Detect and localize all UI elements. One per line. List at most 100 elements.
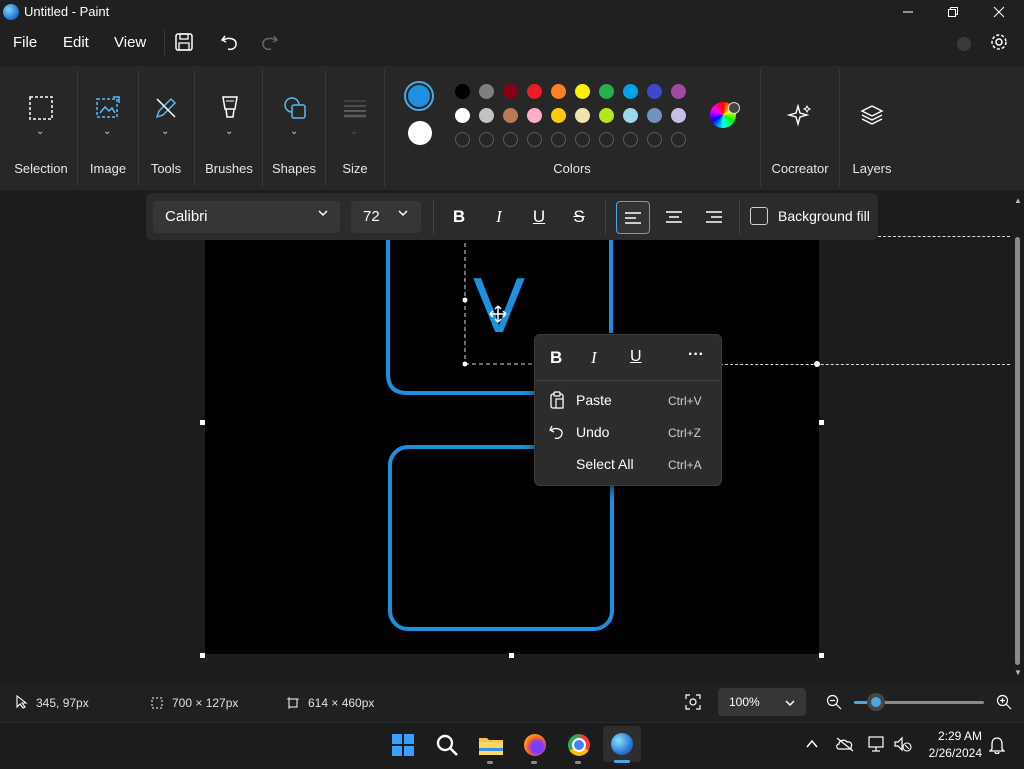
color-swatch[interactable] [527, 108, 542, 123]
taskbar-clock-time[interactable]: 2:29 AM [922, 729, 982, 743]
custom-color-slot[interactable] [551, 132, 566, 147]
custom-color-slot[interactable] [527, 132, 542, 147]
zoom-in-button[interactable] [996, 694, 1012, 715]
redo-button[interactable] [259, 32, 279, 57]
context-italic-button[interactable]: I [591, 348, 597, 368]
shapes-chevron-icon[interactable]: ⌄ [290, 126, 298, 137]
color-swatch[interactable] [455, 84, 470, 99]
more-options-button[interactable]: ··· [688, 346, 704, 364]
zoom-out-button[interactable] [826, 694, 842, 715]
menu-edit[interactable]: Edit [63, 34, 89, 51]
taskbar-clock-date[interactable]: 2/26/2024 [918, 746, 982, 760]
menu-file[interactable]: File [13, 34, 37, 51]
custom-color-slot[interactable] [575, 132, 590, 147]
strikethrough-button[interactable]: S [565, 201, 593, 232]
color-swatch[interactable] [479, 108, 494, 123]
image-tool-button[interactable] [95, 95, 121, 126]
color-swatch[interactable] [647, 84, 662, 99]
canvas-resize-handle[interactable] [200, 420, 205, 425]
shapes-button[interactable] [282, 95, 308, 126]
custom-color-slot[interactable] [647, 132, 662, 147]
scroll-up-icon[interactable]: ▲ [1014, 196, 1022, 205]
file-explorer-button[interactable] [475, 729, 507, 761]
menu-view[interactable]: View [114, 34, 146, 51]
custom-color-slot[interactable] [599, 132, 614, 147]
color-swatch[interactable] [623, 108, 638, 123]
context-underline-button[interactable]: U [630, 348, 642, 366]
color-swatch[interactable] [527, 84, 542, 99]
canvas-resize-handle[interactable] [819, 653, 824, 658]
color-swatch[interactable] [671, 108, 686, 123]
color-swatch[interactable] [503, 84, 518, 99]
color-swatch[interactable] [551, 84, 566, 99]
cocreator-button[interactable] [786, 103, 813, 134]
size-button[interactable] [342, 97, 368, 124]
color-swatch[interactable] [455, 108, 470, 123]
show-hidden-icons-button[interactable] [805, 737, 819, 756]
custom-color-slot[interactable] [455, 132, 470, 147]
primary-color-button[interactable] [404, 81, 434, 111]
close-button[interactable] [976, 0, 1022, 24]
ribbon-label-cocreator: Cocreator [771, 161, 829, 176]
notifications-button[interactable] [988, 736, 1006, 759]
text-box-handle[interactable] [814, 361, 820, 367]
minimize-button[interactable] [885, 0, 931, 24]
scrollbar-thumb[interactable] [1015, 237, 1020, 665]
volume-button[interactable] [893, 735, 913, 758]
color-swatch[interactable] [575, 108, 590, 123]
font-size-dropdown[interactable] [351, 201, 421, 233]
custom-color-slot[interactable] [671, 132, 686, 147]
selection-chevron-icon[interactable]: ⌄ [36, 126, 44, 137]
color-swatch[interactable] [503, 108, 518, 123]
color-swatch[interactable] [623, 84, 638, 99]
align-left-button[interactable] [616, 201, 650, 234]
custom-color-slot[interactable] [623, 132, 638, 147]
account-icon[interactable] [957, 37, 971, 51]
paint-taskbar-button[interactable] [603, 726, 641, 762]
network-button[interactable] [867, 735, 887, 758]
start-button[interactable] [387, 729, 419, 761]
color-swatch[interactable] [575, 84, 590, 99]
tools-chevron-icon[interactable]: ⌄ [161, 126, 169, 137]
brushes-chevron-icon[interactable]: ⌄ [225, 126, 233, 137]
color-swatch[interactable] [671, 84, 686, 99]
custom-color-slot[interactable] [479, 132, 494, 147]
text-box-handle[interactable] [462, 361, 468, 367]
bold-button[interactable]: B [445, 201, 473, 232]
align-right-button[interactable] [698, 201, 730, 232]
chrome-button[interactable] [563, 729, 595, 761]
save-button[interactable] [174, 32, 194, 57]
scroll-down-icon[interactable]: ▼ [1014, 668, 1022, 677]
firefox-button[interactable] [519, 729, 551, 761]
color-swatch[interactable] [479, 84, 494, 99]
layers-button[interactable] [859, 103, 885, 134]
context-bold-button[interactable]: B [550, 348, 562, 368]
color-swatch[interactable] [647, 108, 662, 123]
canvas-resize-handle[interactable] [819, 420, 824, 425]
color-swatch[interactable] [551, 108, 566, 123]
text-box-handle[interactable] [462, 297, 468, 303]
image-chevron-icon[interactable]: ⌄ [103, 126, 111, 137]
color-palette [455, 84, 695, 156]
selection-tool-button[interactable] [28, 95, 54, 126]
underline-button[interactable]: U [525, 201, 553, 232]
settings-button[interactable] [989, 32, 1009, 57]
canvas-resize-handle[interactable] [509, 653, 514, 658]
secondary-color-swatch[interactable] [408, 121, 432, 145]
fit-to-window-button[interactable] [685, 694, 701, 715]
zoom-slider-thumb[interactable] [867, 693, 885, 711]
italic-button[interactable]: I [485, 201, 513, 232]
custom-color-slot[interactable] [503, 132, 518, 147]
canvas-resize-handle[interactable] [200, 653, 205, 658]
undo-button[interactable] [220, 32, 240, 57]
brushes-button[interactable] [217, 95, 243, 126]
canvas-text-v[interactable]: V [473, 261, 525, 349]
tools-button[interactable] [153, 95, 179, 126]
search-button[interactable] [431, 729, 463, 761]
align-center-button[interactable] [658, 201, 690, 232]
color-swatch[interactable] [599, 84, 614, 99]
maximize-button[interactable] [930, 0, 976, 24]
color-swatch[interactable] [599, 108, 614, 123]
onedrive-button[interactable] [835, 736, 855, 757]
background-fill-checkbox[interactable] [750, 207, 768, 225]
